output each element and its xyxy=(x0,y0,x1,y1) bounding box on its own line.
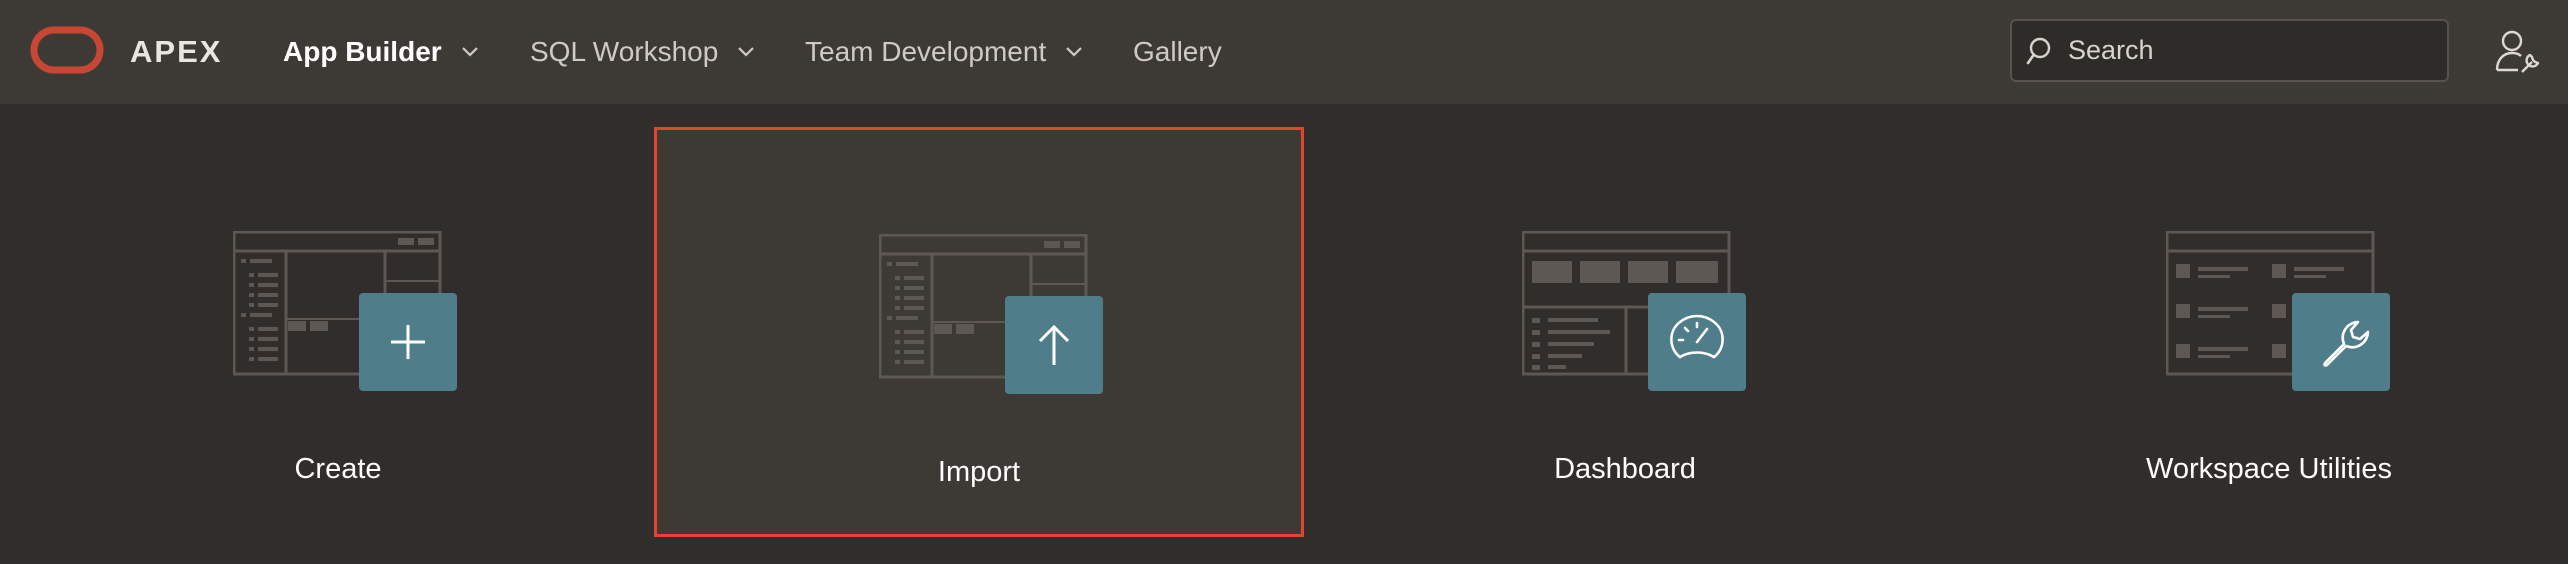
nav-app-builder[interactable]: App Builder xyxy=(283,0,480,104)
nav-gallery-label: Gallery xyxy=(1133,36,1222,67)
dashboard-screen-illustration xyxy=(1522,231,1746,391)
tile-create[interactable]: Create xyxy=(13,127,663,537)
tile-import[interactable]: Import xyxy=(654,127,1304,537)
top-navigation-bar: APEX App Builder SQL Workshop Team Devel… xyxy=(0,0,2568,104)
nav-team-development[interactable]: Team Development xyxy=(805,0,1084,104)
tile-dashboard[interactable]: Dashboard xyxy=(1300,127,1950,537)
chevron-down-icon xyxy=(1066,47,1083,57)
search-icon xyxy=(2026,37,2051,64)
tile-workspace-utilities-label: Workspace Utilities xyxy=(2145,453,2393,485)
app-brand-name[interactable]: APEX xyxy=(130,0,222,104)
nav-team-development-label: Team Development xyxy=(805,36,1047,67)
application-screen-illustration xyxy=(233,231,457,391)
search-input[interactable] xyxy=(2066,34,2446,67)
chevron-down-icon xyxy=(738,47,755,57)
nav-app-builder-label: App Builder xyxy=(283,36,442,67)
tile-workspace-utilities[interactable]: Workspace Utilities xyxy=(1944,127,2568,537)
administration-user-icon[interactable] xyxy=(2494,28,2542,76)
tile-import-label: Import xyxy=(937,456,1021,488)
chevron-down-icon xyxy=(461,47,478,57)
nav-sql-workshop[interactable]: SQL Workshop xyxy=(530,0,756,104)
application-screen-illustration xyxy=(879,234,1103,394)
search-box[interactable] xyxy=(2010,19,2449,82)
oracle-logo-icon[interactable] xyxy=(30,26,104,74)
nav-gallery[interactable]: Gallery xyxy=(1133,0,1222,104)
nav-sql-workshop-label: SQL Workshop xyxy=(530,36,719,67)
tile-create-label: Create xyxy=(294,453,382,485)
tile-dashboard-label: Dashboard xyxy=(1554,453,1696,485)
utilities-screen-illustration xyxy=(2166,231,2390,391)
